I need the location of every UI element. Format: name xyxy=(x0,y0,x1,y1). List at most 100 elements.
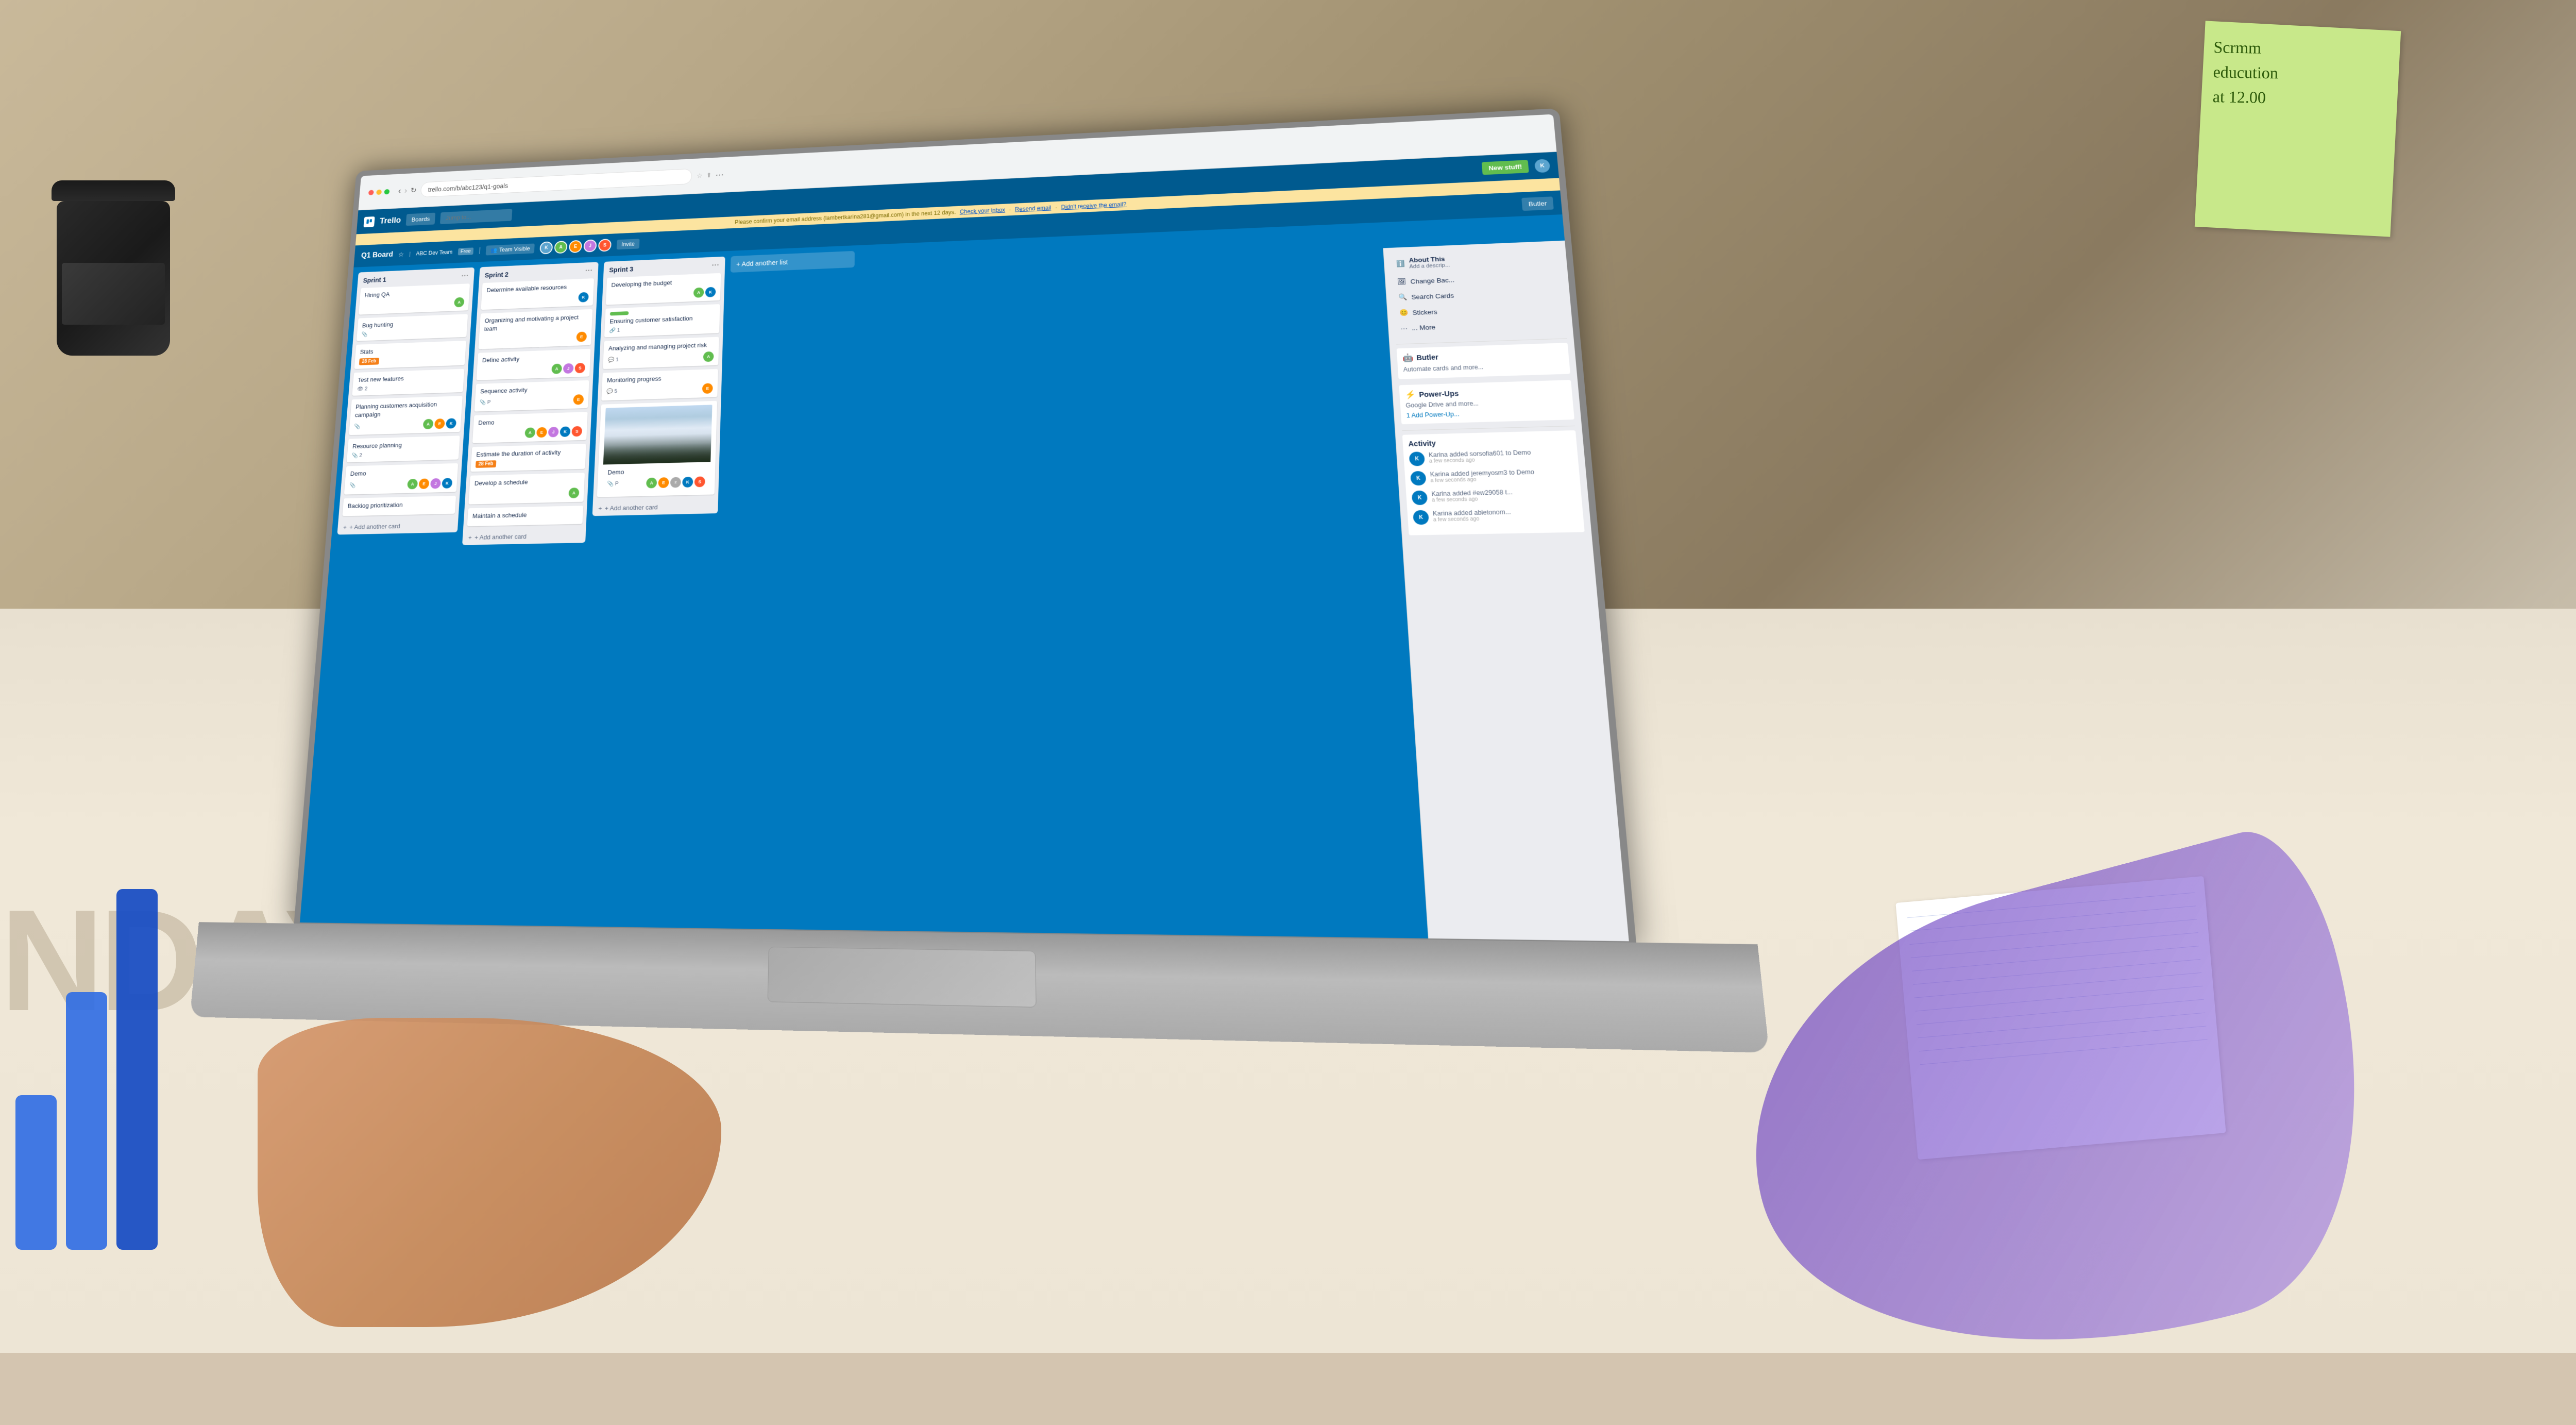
card-estimate-duration[interactable]: Estimate the duration of activity 28 Feb xyxy=(470,444,586,472)
stickers-label: Stickers xyxy=(1412,308,1437,316)
card-members: E xyxy=(702,383,713,394)
bookmark-icon[interactable]: ☆ xyxy=(697,172,703,180)
add-card-label: + Add another card xyxy=(474,532,527,541)
board-title[interactable]: Q1 Board xyxy=(361,251,393,260)
card-title: Maintain a schedule xyxy=(472,509,578,520)
invite-button[interactable]: Invite xyxy=(617,239,639,249)
image-icon: 🖼 xyxy=(1397,278,1406,286)
card-members: A J S xyxy=(551,363,585,374)
share-icon[interactable]: ⬆ xyxy=(706,172,712,179)
card-members: A xyxy=(454,297,465,308)
card-test-features[interactable]: Test new features 👁 2 xyxy=(352,368,464,395)
didnt-receive-link[interactable]: Didn't receive the email? xyxy=(1061,201,1126,210)
board-star-icon[interactable]: ☆ xyxy=(398,250,404,258)
add-another-list[interactable]: + Add another list xyxy=(731,251,855,273)
sprint2-menu-icon[interactable]: ··· xyxy=(585,267,593,275)
card-members: A E K xyxy=(423,418,456,429)
trello-logo-icon xyxy=(364,216,375,227)
check-inbox-link[interactable]: Check your inbox xyxy=(960,207,1005,215)
card-title: Test new features xyxy=(358,373,460,384)
card-meta: 📎 P E xyxy=(479,394,584,408)
activity-avatar-k: K xyxy=(1409,451,1426,466)
team-name[interactable]: ABC Dev Team xyxy=(416,249,453,257)
user-avatar-header[interactable]: K xyxy=(1534,159,1550,173)
trello-board: Trello Boards New stuff! K Please confir… xyxy=(300,152,1629,942)
add-power-up-link[interactable]: 1 Add Power-Up... xyxy=(1406,408,1568,420)
sprint2-cards: Determine available resources K xyxy=(463,278,598,530)
card-determine-resources[interactable]: Determine available resources K xyxy=(481,278,594,310)
card-title: Backlog prioritization xyxy=(347,499,451,510)
forward-icon[interactable]: › xyxy=(404,186,407,195)
laptop-trackpad[interactable] xyxy=(768,947,1037,1008)
handwriting-line3: at 12.00 xyxy=(2212,84,2388,112)
boards-button[interactable]: Boards xyxy=(406,213,436,226)
card-demo-s1[interactable]: Demo 📎 A E J K xyxy=(344,463,458,494)
card-members: E xyxy=(576,331,587,342)
butler-section: 🤖 Butler Automate cards and more... xyxy=(1397,343,1570,379)
card-organizing[interactable]: Organizing and motivating a project team… xyxy=(478,309,592,349)
browser-menu-icon[interactable]: ⋯ xyxy=(715,170,724,180)
card-badge: 💬 5 xyxy=(606,388,617,394)
card-meta: A E J K S xyxy=(477,426,582,440)
power-ups-title: Power-Ups xyxy=(1419,390,1459,399)
card-planning-customers[interactable]: Planning customers acquisition campaign … xyxy=(349,396,463,435)
sprint1-menu-icon[interactable]: ··· xyxy=(461,272,469,280)
member-avatar-a[interactable]: A xyxy=(554,241,568,254)
activity-section: Activity K Karina added sorsofia601 to D… xyxy=(1402,430,1585,535)
card-resource-planning[interactable]: Resource planning 📎 2 xyxy=(347,435,460,462)
card-badge: 📎 2 xyxy=(351,452,362,459)
new-stuff-button[interactable]: New stuff! xyxy=(1482,160,1529,175)
team-badge: Free xyxy=(457,247,473,255)
card-backlog[interactable]: Backlog prioritization xyxy=(342,495,456,516)
card-customer-satisfaction[interactable]: Ensuring customer satisfaction 🔗 1 xyxy=(604,304,720,338)
card-analyzing-risk[interactable]: Analyzing and managing project risk 💬 1 … xyxy=(603,337,719,369)
card-meta: A xyxy=(363,297,464,311)
activity-text-3: Karina added #ew29058 t... a few seconds… xyxy=(1431,489,1514,505)
card-maintain-schedule[interactable]: Maintain a schedule xyxy=(467,506,583,526)
card-badge: 📎 xyxy=(349,482,356,489)
browser-window-controls xyxy=(368,189,390,195)
refresh-icon[interactable]: ↻ xyxy=(410,186,417,194)
card-developing-budget[interactable]: Developing the budget A K xyxy=(606,273,721,305)
card-monitoring-progress[interactable]: Monitoring progress 💬 5 E xyxy=(601,368,718,400)
butler-desc: Automate cards and more... xyxy=(1403,363,1483,373)
activity-text-4: Karina added abletonom... a few seconds … xyxy=(1433,508,1512,524)
card-define-activity[interactable]: Define activity A J S xyxy=(477,348,591,380)
card-meta: 📎 2 xyxy=(351,450,454,459)
board-visibility[interactable]: 👥 Team Visible xyxy=(486,243,535,255)
card-badge: 📎 xyxy=(354,423,361,429)
butler-button[interactable]: Butler xyxy=(1521,196,1554,211)
member-avatar-j[interactable]: J xyxy=(583,239,597,252)
sprint2-title: Sprint 2 xyxy=(485,271,509,279)
card-bug-hunting[interactable]: Bug hunting 📎 xyxy=(357,314,468,341)
minimize-window-button[interactable] xyxy=(376,189,382,195)
activity-avatar-k3: K xyxy=(1412,491,1428,506)
avatar-e: E xyxy=(702,383,713,394)
sprint3-add-card[interactable]: + + Add another card xyxy=(592,498,718,516)
card-title: Monitoring progress xyxy=(607,373,714,384)
sprint1-add-card[interactable]: + + Add another card xyxy=(337,517,458,534)
resend-email-link[interactable]: Resend email xyxy=(1015,205,1051,213)
member-avatar-s[interactable]: S xyxy=(598,239,612,252)
jump-to-search[interactable] xyxy=(440,209,513,224)
handwriting-text: Scrmm educution at 12.00 xyxy=(2212,35,2388,112)
close-window-button[interactable] xyxy=(368,190,374,195)
member-avatar-e[interactable]: E xyxy=(569,240,582,253)
card-demo-s3[interactable]: Demo 📎 P A E 2 K xyxy=(597,401,717,497)
card-hiring-qa[interactable]: Hiring QA A xyxy=(359,283,470,315)
bar-2 xyxy=(66,992,107,1250)
member-avatar-k[interactable]: K xyxy=(539,241,553,254)
card-develop-schedule[interactable]: Develop a schedule A xyxy=(468,473,585,504)
avatar-e: E xyxy=(658,477,669,488)
maximize-window-button[interactable] xyxy=(384,189,389,194)
activity-text-2: Karina added jeremyosm3 to Demo a few se… xyxy=(1430,468,1535,485)
card-demo-s2[interactable]: Demo A E J K S xyxy=(472,412,588,443)
back-icon[interactable]: ‹ xyxy=(398,187,401,196)
sprint3-menu-icon[interactable]: ··· xyxy=(711,261,719,270)
card-sequence-activity[interactable]: Sequence activity 📎 P E xyxy=(474,380,589,411)
card-stats[interactable]: Stats 28 Feb xyxy=(354,341,466,368)
avatar-a: A xyxy=(568,488,579,498)
address-bar[interactable]: trello.com/b/abc123/q1-goals xyxy=(420,169,692,197)
sprint2-add-card[interactable]: + + Add another card xyxy=(462,528,586,545)
avatar-a: A xyxy=(646,478,657,489)
